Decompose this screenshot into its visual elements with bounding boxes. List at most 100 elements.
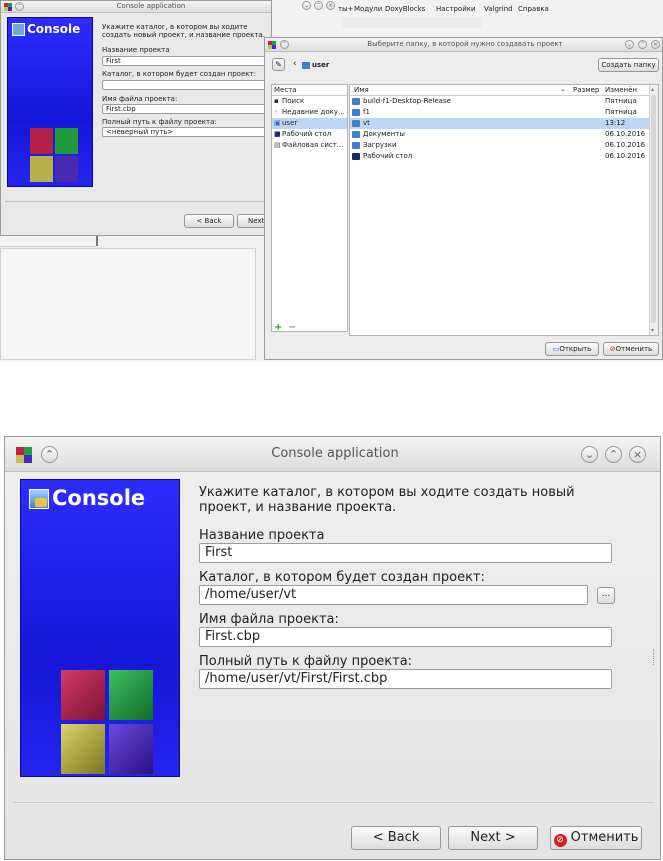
file-row[interactable]: f1 Пятница — [350, 107, 650, 118]
wizard-keep-above-icon[interactable]: ⌃ — [41, 446, 58, 463]
path-label: Полный путь к файлу проекта: — [199, 654, 413, 669]
wizard-close-icon[interactable]: × — [629, 446, 646, 463]
bg-close-icon[interactable]: × — [326, 1, 335, 10]
bg-divider — [5, 201, 269, 202]
wizard-app-icon — [16, 447, 32, 463]
place-desktop[interactable]: ■ Рабочий стол — [272, 129, 347, 140]
file-modified: 06.10.2016 — [605, 152, 646, 160]
file-row[interactable]: Загрузки 06.10.2016 — [350, 140, 650, 151]
folder-icon — [352, 120, 360, 127]
codeblocks-app-icon — [4, 3, 12, 11]
folder-dialog-titlebar: ⌃ Выберите папку, в которой нужно создав… — [265, 38, 662, 52]
place-filesystem[interactable]: ▤ Файловая сист... — [272, 140, 347, 151]
dir-label: Каталог, в котором будет создан проект: — [199, 570, 485, 585]
cancel-label: Отменить — [570, 830, 639, 845]
file-modified: Пятница — [605, 108, 637, 116]
file-row[interactable]: Документы 06.10.2016 — [350, 129, 650, 140]
ide-panel-left — [0, 236, 96, 247]
codeblocks-cube-icon — [30, 128, 78, 182]
bg-path-input[interactable]: <неверный путь> — [102, 127, 267, 137]
file-list-scrollbar[interactable]: ▴ ▾ — [649, 85, 658, 335]
sort-chevron-icon: ⌄ — [560, 85, 566, 93]
dialog-maximize-icon[interactable]: ⌃ — [638, 40, 647, 49]
place-user[interactable]: ▣ user — [272, 118, 347, 129]
bg-back-button[interactable]: < Back — [184, 214, 234, 228]
location-crumb[interactable]: user — [312, 61, 329, 69]
place-search[interactable]: ▪ Поиск — [272, 96, 347, 107]
col-modified[interactable]: Изменён — [605, 86, 637, 94]
wizard-maximize-icon[interactable]: ⌃ — [605, 446, 622, 463]
wizard-banner-text: Console — [52, 486, 146, 510]
bg-heading: Укажите каталог, в котором вы ходите соз… — [102, 23, 265, 39]
dialog-minimize-icon[interactable]: ⌄ — [625, 40, 634, 49]
desktop-folder-icon — [352, 153, 360, 160]
dir-value: /home/user/vt — [205, 587, 297, 602]
add-place-icon[interactable]: + — [274, 322, 282, 333]
place-search-label: Поиск — [282, 97, 305, 105]
bg-name-value: First — [106, 57, 121, 65]
ide-vertical-divider — [96, 236, 98, 246]
home-icon: ▣ — [274, 119, 281, 127]
name-input[interactable]: First — [199, 543, 612, 563]
edit-location-button[interactable]: ✎ — [272, 58, 285, 71]
bg-maximize-icon[interactable]: ⌃ — [314, 1, 323, 10]
file-input[interactable]: First.cbp — [199, 627, 612, 647]
scroll-up-icon[interactable]: ▴ — [651, 86, 654, 93]
browse-button[interactable]: ... — [597, 587, 615, 604]
file-name: vt — [363, 119, 370, 127]
console-logo-icon — [12, 23, 25, 36]
menu-item-valgrind[interactable]: Valgrind — [484, 5, 513, 13]
menu-item-0[interactable]: ты+ — [338, 5, 353, 13]
col-name[interactable]: Имя — [354, 86, 369, 94]
col-size[interactable]: Размер — [573, 86, 599, 94]
dialog-keep-above-icon[interactable]: ⌃ — [280, 40, 289, 49]
bg-wizard-window: ⌃ Console application Console Укажите ка… — [0, 0, 272, 236]
file-modified: 06.10.2016 — [605, 141, 646, 149]
wizard-heading: Укажите каталог, в котором вы ходите соз… — [199, 485, 575, 515]
bg-file-input[interactable]: First.cbp — [102, 104, 267, 114]
file-name: Рабочий стол — [363, 152, 413, 160]
file-row-selected[interactable]: vt 13:12 — [350, 118, 650, 129]
dialog-close-icon[interactable]: × — [651, 40, 660, 49]
file-list-header: Имя ⌄ Размер Изменён — [350, 85, 650, 96]
next-button[interactable]: Next > — [448, 826, 538, 850]
remove-place-icon[interactable]: − — [288, 322, 296, 333]
menu-item-doxyblocks[interactable]: DoxyBlocks — [385, 5, 425, 13]
bg-dir-input[interactable] — [102, 80, 267, 90]
back-button[interactable]: < Back — [351, 826, 441, 850]
menu-item-settings[interactable]: Настройки — [436, 5, 476, 13]
bg-minimize-icon[interactable]: ⌄ — [302, 1, 311, 10]
open-button[interactable]: ▭Открыть — [545, 342, 599, 356]
folder-icon — [352, 98, 360, 105]
file-row[interactable]: build-f1-Desktop-Release Пятница — [350, 96, 650, 107]
bg-file-label: Имя файла проекта: — [102, 95, 178, 103]
place-recent[interactable]: ◦ Недавние доку... — [272, 107, 347, 118]
file-list: Имя ⌄ Размер Изменён build-f1-Desktop-Re… — [349, 84, 659, 336]
dir-input[interactable]: /home/user/vt — [199, 585, 588, 605]
bg-name-label: Название проекта — [102, 46, 170, 54]
file-row[interactable]: Рабочий стол 06.10.2016 — [350, 151, 650, 162]
wizard-minimize-icon[interactable]: ⌄ — [581, 446, 598, 463]
path-input[interactable]: /home/user/vt/First/First.cbp — [199, 669, 612, 689]
menu-item-help[interactable]: Справка — [518, 5, 549, 13]
scroll-down-icon[interactable]: ▾ — [651, 327, 654, 334]
wizard-resize-grip[interactable] — [653, 649, 656, 665]
cancel-button[interactable]: ⊘ Отменить — [550, 826, 642, 850]
dialog-app-icon — [268, 41, 276, 49]
folder-dialog: ⌃ Выберите папку, в которой нужно создав… — [264, 37, 663, 360]
scroll-thumb[interactable] — [651, 95, 656, 323]
back-chevron-icon[interactable]: ‹ — [293, 59, 297, 69]
keep-above-icon[interactable]: ⌃ — [15, 2, 24, 11]
dialog-cancel-label: Отменить — [615, 345, 653, 353]
folder-dialog-title: Выберите папку, в которой нужно создават… — [367, 40, 563, 48]
create-folder-button[interactable]: Создать папку — [598, 58, 659, 72]
bg-file-value: First.cbp — [106, 105, 136, 113]
dialog-cancel-button[interactable]: ⊘Отменить — [603, 342, 659, 356]
bg-wizard-banner: Console — [7, 17, 93, 187]
bg-wizard-title: Console application — [116, 2, 186, 10]
menu-item-modules[interactable]: Модули — [354, 5, 382, 13]
file-modified: 13:12 — [605, 119, 626, 127]
place-user-label: user — [282, 119, 298, 127]
recent-icon: ◦ — [274, 108, 279, 116]
bg-name-input[interactable]: First — [102, 56, 267, 66]
